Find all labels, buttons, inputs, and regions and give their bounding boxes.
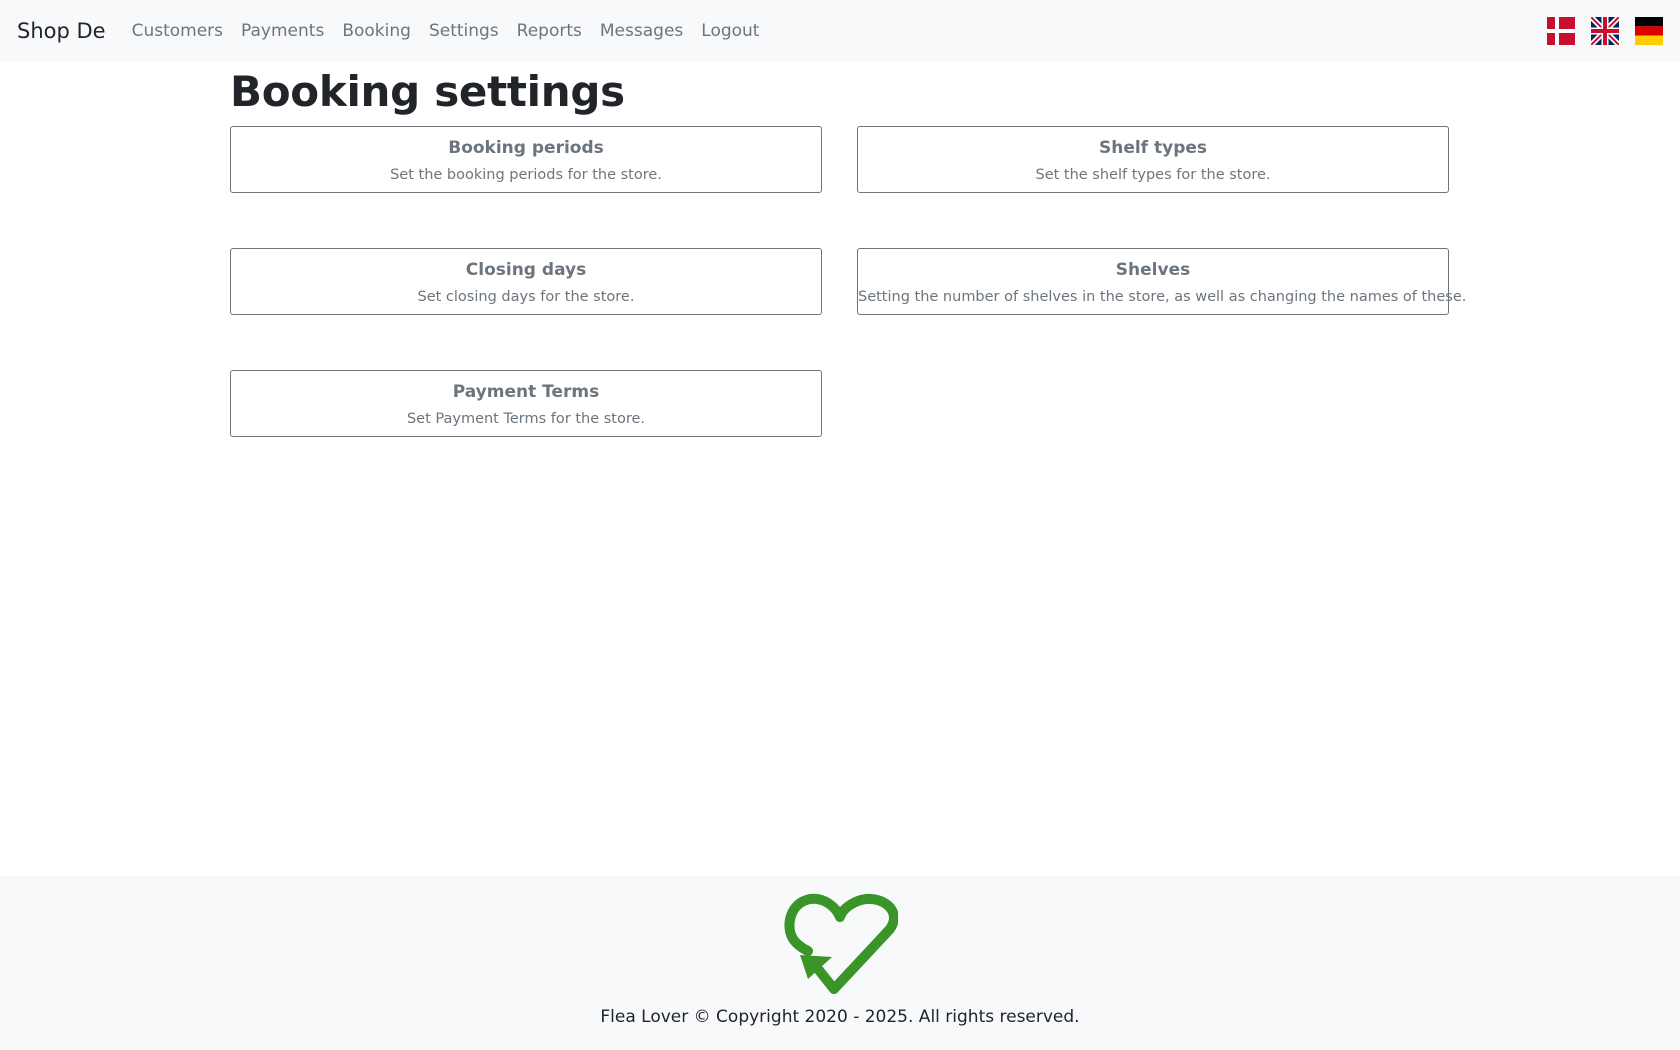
navbar: Shop De Customers Payments Booking Setti…: [0, 0, 1680, 62]
card-description: Set the booking periods for the store.: [390, 167, 662, 183]
card-title: Closing days: [465, 260, 587, 280]
footer-copyright: Flea Lover © Copyright 2020 - 2025. All …: [600, 1007, 1080, 1027]
nav-link-reports[interactable]: Reports: [517, 21, 582, 41]
nav-link-settings[interactable]: Settings: [429, 21, 499, 41]
page-title: Booking settings: [230, 67, 625, 116]
page: Shop De Customers Payments Booking Setti…: [0, 0, 1680, 1050]
german-flag-icon[interactable]: [1635, 17, 1663, 45]
footer: Flea Lover © Copyright 2020 - 2025. All …: [0, 876, 1680, 1050]
danish-flag-icon[interactable]: [1547, 17, 1575, 45]
main-content: Booking settings Booking periods Set the…: [230, 62, 1466, 437]
recycle-heart-logo-icon: [784, 893, 898, 994]
card-title: Payment Terms: [452, 382, 600, 402]
nav-link-customers[interactable]: Customers: [132, 21, 223, 41]
card-booking-periods[interactable]: Booking periods Set the booking periods …: [230, 126, 822, 193]
nav-link-booking[interactable]: Booking: [342, 21, 411, 41]
brand-link[interactable]: Shop De: [17, 19, 106, 43]
card-shelf-types[interactable]: Shelf types Set the shelf types for the …: [857, 126, 1449, 193]
card-description: Set closing days for the store.: [417, 289, 635, 305]
card-title: Shelves: [1115, 260, 1191, 280]
nav-link-messages[interactable]: Messages: [600, 21, 683, 41]
card-shelves[interactable]: Shelves Setting the number of shelves in…: [857, 248, 1467, 315]
nav-links: Customers Payments Booking Settings Repo…: [132, 21, 778, 41]
nav-link-payments[interactable]: Payments: [241, 21, 324, 41]
card-payment-terms[interactable]: Payment Terms Set Payment Terms for the …: [230, 370, 822, 437]
card-description: Set Payment Terms for the store.: [406, 411, 646, 427]
card-description: Setting the number of shelves in the sto…: [858, 289, 1467, 305]
card-title: Booking periods: [448, 138, 604, 158]
card-closing-days[interactable]: Closing days Set closing days for the st…: [230, 248, 822, 315]
uk-flag-icon[interactable]: [1591, 17, 1619, 45]
language-switcher: [1547, 17, 1663, 45]
nav-link-logout[interactable]: Logout: [701, 21, 759, 41]
card-title: Shelf types: [1098, 138, 1208, 158]
card-description: Set the shelf types for the store.: [1035, 167, 1271, 183]
